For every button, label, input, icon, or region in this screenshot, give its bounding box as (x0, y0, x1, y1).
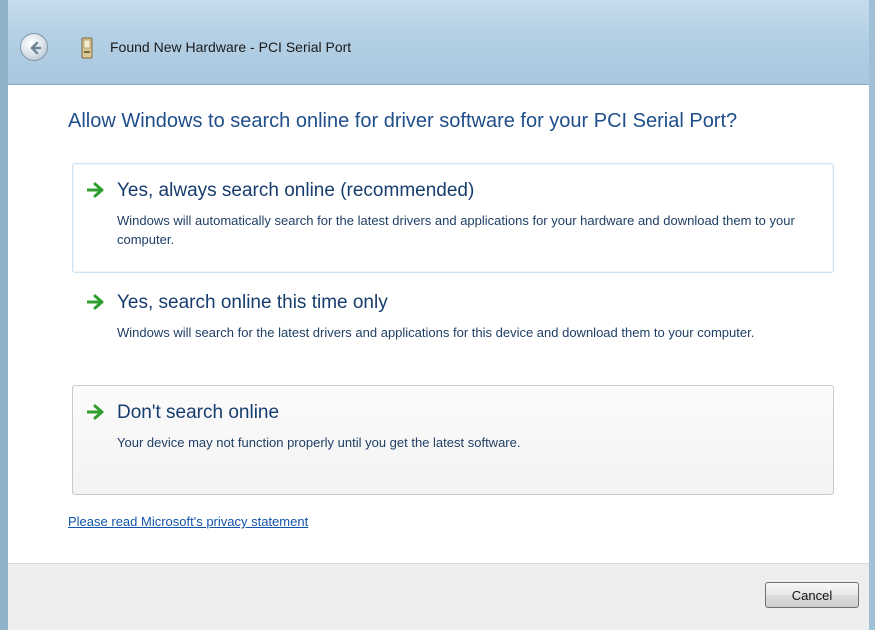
hardware-device-icon (81, 37, 93, 59)
title-bar: Found New Hardware - PCI Serial Port (8, 0, 869, 85)
option-description: Windows will search for the latest drive… (117, 325, 755, 340)
green-arrow-icon (87, 182, 104, 198)
dialog-footer: Cancel (8, 563, 869, 630)
green-arrow-icon (87, 294, 104, 310)
option-always-search-online[interactable]: Yes, always search online (recommended) … (72, 163, 834, 273)
green-arrow-icon (87, 404, 104, 420)
back-button[interactable] (20, 33, 48, 61)
dialog-window: Found New Hardware - PCI Serial Port All… (0, 0, 875, 630)
option-title: Yes, always search online (recommended) (117, 180, 475, 201)
page-heading: Allow Windows to search online for drive… (68, 110, 738, 132)
back-arrow-icon (30, 41, 42, 55)
option-description: Windows will automatically search for th… (117, 213, 795, 247)
content-area: Allow Windows to search online for drive… (8, 85, 869, 563)
option-description: Your device may not function properly un… (117, 435, 521, 450)
option-title: Yes, search online this time only (117, 292, 388, 313)
cancel-button[interactable]: Cancel (765, 582, 859, 608)
option-title: Don't search online (117, 402, 280, 423)
option-search-online-once[interactable]: Yes, search online this time only Window… (72, 275, 834, 385)
option-dont-search-online[interactable]: Don't search online Your device may not … (72, 385, 834, 495)
privacy-statement-link[interactable]: Please read Microsoft's privacy statemen… (68, 514, 308, 529)
window-title: Found New Hardware - PCI Serial Port (110, 39, 352, 55)
